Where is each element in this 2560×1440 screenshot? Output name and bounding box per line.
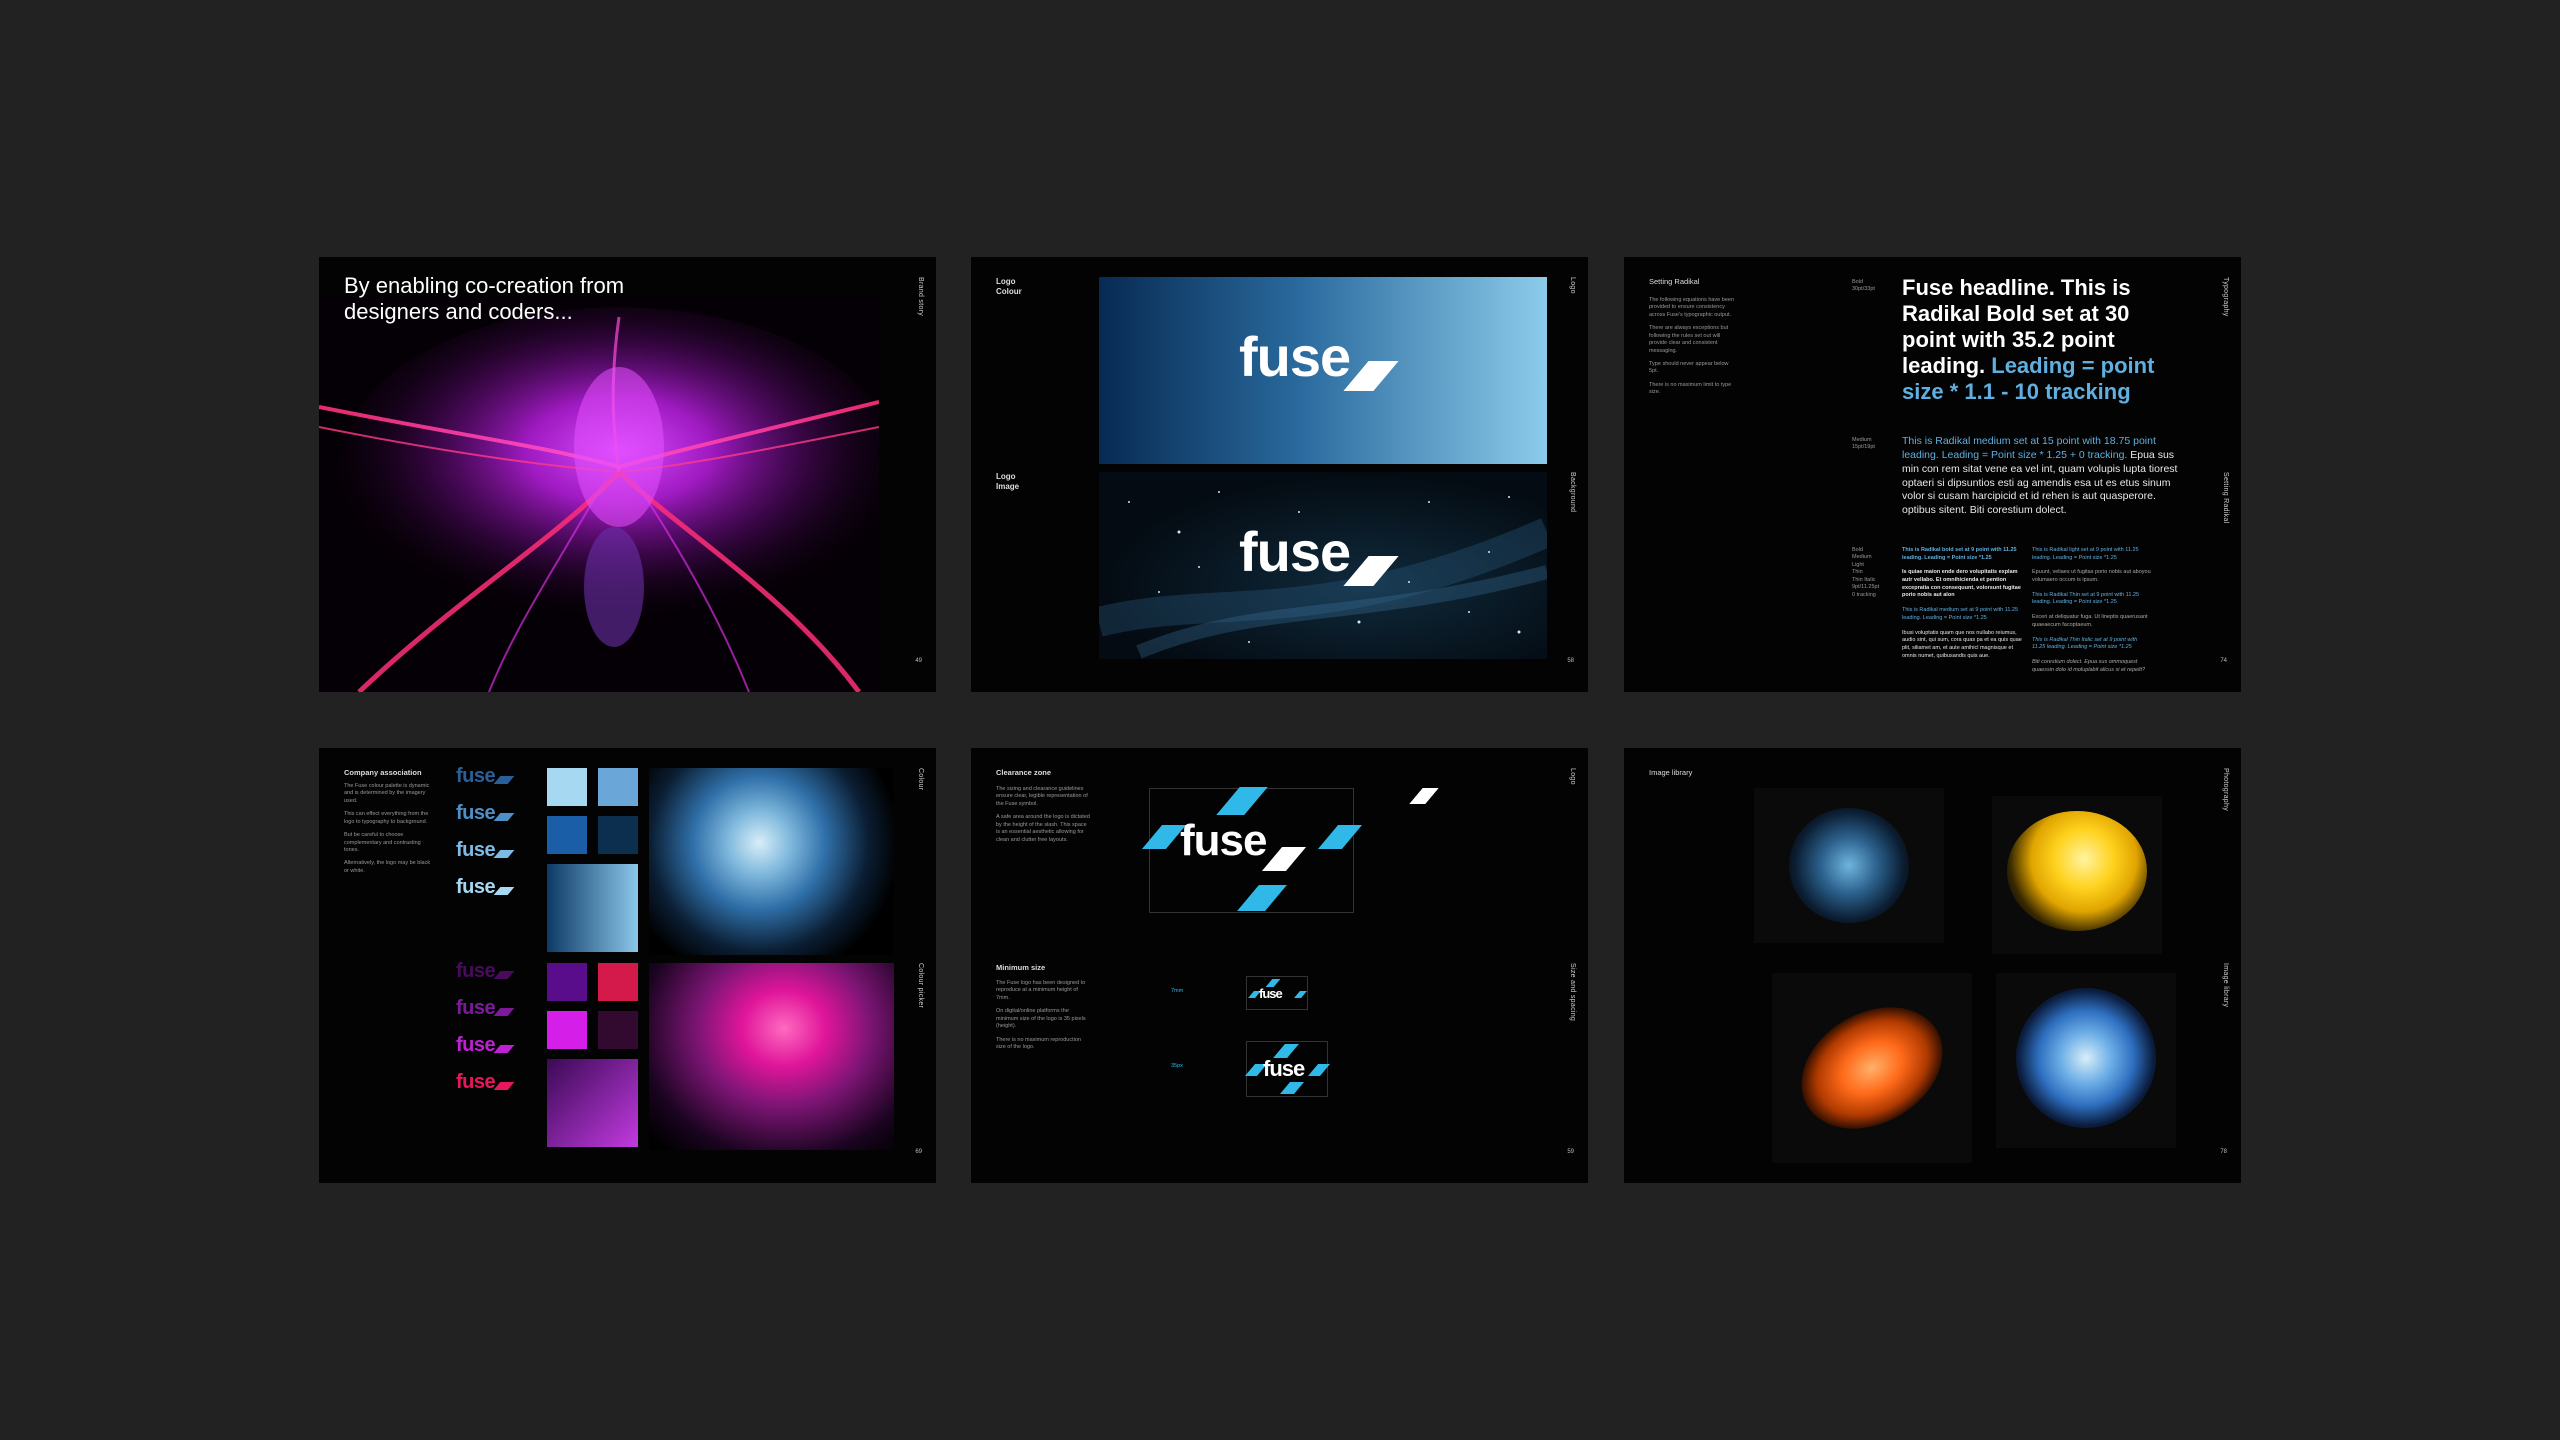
page-number: 49 bbox=[915, 658, 922, 664]
page-number: 78 bbox=[2220, 1149, 2227, 1155]
slash-right-icon bbox=[1317, 825, 1363, 849]
page-number: 58 bbox=[1567, 658, 1574, 664]
logo-image-label: Logo Image bbox=[996, 472, 1020, 491]
fuse-wordmark: fuse bbox=[1239, 520, 1351, 583]
side-label: Setting Radikal bbox=[2222, 472, 2229, 524]
image-yellow-powder[interactable] bbox=[1992, 796, 2162, 954]
board-colour[interactable]: Company association The Fuse colour pale… bbox=[319, 748, 936, 1183]
typography-intro: The following equations have been provid… bbox=[1649, 297, 1735, 396]
blue-powder-image bbox=[649, 768, 894, 955]
spec-bold: Bold 30pt/33pt bbox=[1852, 279, 1875, 293]
swatch-navy[interactable] bbox=[598, 816, 638, 854]
section-title: Company association bbox=[344, 768, 422, 777]
pink-nebula-image bbox=[649, 963, 894, 1150]
logo-on-space-image: fuse bbox=[1099, 472, 1547, 659]
spec-medium: Medium 15pt/19pt bbox=[1852, 437, 1875, 451]
fuse-logo-pink-4: fuse bbox=[456, 1072, 515, 1092]
min-size-logo-screen: fuse bbox=[1244, 1041, 1331, 1097]
fuse-logo-blue-1: fuse bbox=[456, 766, 515, 786]
page-number: 59 bbox=[1567, 1149, 1574, 1155]
minimum-size-description: The Fuse logo has been designed to repro… bbox=[996, 980, 1086, 1050]
side-label: Background bbox=[1569, 472, 1576, 513]
fuse-logo-blue-3: fuse bbox=[456, 840, 515, 860]
image-blue-nebula[interactable] bbox=[1754, 788, 1944, 943]
side-label: Colour bbox=[917, 768, 924, 791]
image-blue-powder[interactable] bbox=[1996, 973, 2176, 1148]
swatch-magenta[interactable] bbox=[547, 1011, 587, 1049]
board-image-library[interactable]: Image library Photography Image library … bbox=[1624, 748, 2241, 1183]
board-logo-background[interactable]: Logo Colour Logo Image fuse fuse Logo Ba… bbox=[971, 257, 1588, 692]
swatch-dark-plum[interactable] bbox=[598, 1011, 638, 1049]
image-orange-powder[interactable] bbox=[1772, 973, 1972, 1163]
side-label: Photography bbox=[2222, 768, 2229, 811]
side-label: Logo bbox=[1569, 277, 1576, 294]
clearance-zone-box: fuse bbox=[1141, 787, 1363, 913]
fuse-logo-pink-1: fuse bbox=[456, 961, 515, 981]
spec-weights: Bold Medium Light Thin Thin Italic 9pt/1… bbox=[1852, 547, 1880, 598]
brand-story-headline: By enabling co-creation from designers a… bbox=[344, 273, 625, 325]
side-label: Image library bbox=[2222, 963, 2229, 1008]
swatch-sky-blue[interactable] bbox=[598, 768, 638, 806]
type-column-1: This is Radikal bold set at 9 point with… bbox=[1902, 547, 2022, 659]
swatch-purple[interactable] bbox=[547, 963, 587, 1001]
side-label: Brand story bbox=[917, 277, 924, 317]
swatch-crimson[interactable] bbox=[598, 963, 638, 1001]
logo-on-gradient: fuse bbox=[1099, 277, 1547, 464]
slash-symbol-icon bbox=[1409, 788, 1439, 804]
slash-bottom-icon bbox=[1237, 885, 1287, 911]
fuse-logo-blue-2: fuse bbox=[456, 803, 515, 823]
fuse-slash-icon bbox=[1343, 361, 1399, 391]
slash-top-icon bbox=[1216, 787, 1268, 815]
board-brand-story[interactable]: By enabling co-creation from designers a… bbox=[319, 257, 936, 692]
fuse-wordmark: fuse bbox=[1239, 325, 1351, 388]
typography-headline: Fuse headline. This is Radikal Bold set … bbox=[1902, 275, 2155, 404]
min-size-logo-print: fuse bbox=[1246, 976, 1308, 1010]
clearance-description: The sizing and clearance guidelines ensu… bbox=[996, 786, 1090, 843]
typography-medium-sample: This is Radikal medium set at 15 point w… bbox=[1902, 435, 2178, 517]
side-label: Typography bbox=[2222, 277, 2229, 317]
swatch-blue-gradient[interactable] bbox=[547, 864, 638, 952]
swatch-blue[interactable] bbox=[547, 816, 587, 854]
pink-nebula-image bbox=[319, 297, 879, 692]
fuse-logo: fuse bbox=[1180, 816, 1307, 871]
colour-description: The Fuse colour palette is dynamic and i… bbox=[344, 783, 431, 874]
fuse-logo-blue-4: fuse bbox=[456, 877, 515, 897]
board-typography[interactable]: Setting Radikal The following equations … bbox=[1624, 257, 2241, 692]
swatch-purple-gradient[interactable] bbox=[547, 1059, 638, 1147]
size-screen-label: 35px bbox=[1171, 1063, 1183, 1069]
side-label: Colour picker bbox=[917, 963, 924, 1009]
fuse-logo: fuse bbox=[1239, 325, 1399, 391]
swatch-light-blue[interactable] bbox=[547, 768, 587, 806]
logo-colour-label: Logo Colour bbox=[996, 277, 1022, 296]
side-label: Logo bbox=[1569, 768, 1576, 785]
section-title: Setting Radikal bbox=[1649, 277, 1700, 286]
section-title: Clearance zone bbox=[996, 768, 1052, 777]
type-column-2: This is Radikal light set at 9 point wit… bbox=[2032, 547, 2151, 673]
board-size-spacing[interactable]: Clearance zone The sizing and clearance … bbox=[971, 748, 1588, 1183]
fuse-logo-pink-2: fuse bbox=[456, 998, 515, 1018]
fuse-logo: fuse bbox=[1239, 520, 1399, 586]
page-number: 69 bbox=[915, 1149, 922, 1155]
fuse-slash-icon bbox=[1262, 847, 1307, 871]
size-print-label: 7mm bbox=[1171, 988, 1184, 994]
page-number: 74 bbox=[2220, 658, 2227, 664]
side-label: Size and spacing bbox=[1569, 963, 1576, 1022]
fuse-wordmark: fuse bbox=[1180, 816, 1267, 865]
fuse-logo-pink-3: fuse bbox=[456, 1035, 515, 1055]
minimum-size-title: Minimum size bbox=[996, 963, 1046, 972]
section-title: Image library bbox=[1649, 768, 1693, 777]
